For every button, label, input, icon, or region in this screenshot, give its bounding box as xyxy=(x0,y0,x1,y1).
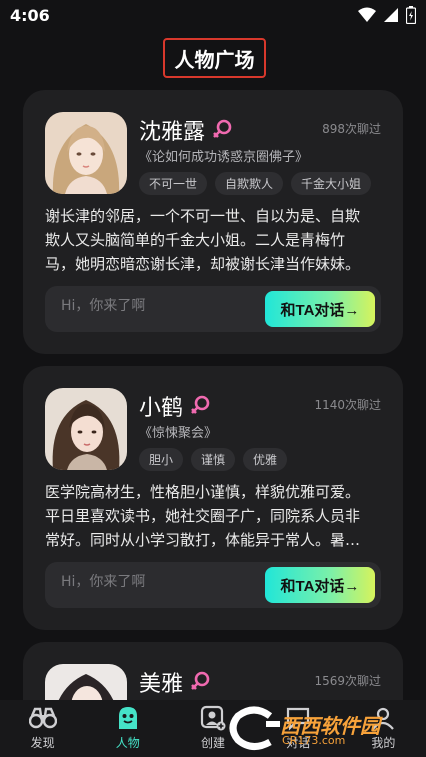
character-name: 美雅 xyxy=(139,672,184,697)
tag: 千金大小姐 xyxy=(291,172,372,195)
chat-count: 1140次聊过 xyxy=(314,398,381,412)
wifi-icon xyxy=(358,7,376,22)
nav-label: 人物 xyxy=(115,736,140,750)
character-quote: 《论如何成功诱惑京圈佛子》 xyxy=(139,150,309,165)
battery-icon xyxy=(406,6,416,24)
nav-item-discover[interactable]: 发现 xyxy=(0,700,85,757)
nav-item-profile[interactable]: 我的 xyxy=(341,700,426,757)
profile-icon xyxy=(369,704,397,732)
bottom-nav: 发现 人物 创建 对话 我的 xyxy=(0,700,426,757)
female-icon xyxy=(191,671,210,690)
nav-item-characters[interactable]: 人物 xyxy=(85,700,170,757)
signal-icon xyxy=(384,8,398,22)
female-icon xyxy=(213,119,232,138)
quick-reply-row: 和TA对话→ xyxy=(45,562,381,608)
binoculars-icon xyxy=(28,704,57,732)
description-line: 医学院高材生，性格胆小谨慎，样貌优雅可爱。 xyxy=(45,483,361,501)
status-icons xyxy=(358,6,416,24)
nav-label: 发现 xyxy=(30,736,55,750)
tag: 胆小 xyxy=(139,448,184,471)
description-line: 谢长津的邻居，一个不可一世、自以为是、自欺 xyxy=(45,207,361,225)
page-title-highlight: 人物广场 xyxy=(163,38,266,78)
create-user-icon xyxy=(199,704,227,732)
nav-item-chat[interactable]: 对话 xyxy=(256,700,341,757)
tag-list: 胆小 谨慎 优雅 xyxy=(139,448,288,471)
character-name: 沈雅露 xyxy=(139,120,206,145)
tag: 优雅 xyxy=(243,448,288,471)
chat-with-character-button[interactable]: 和TA对话→ xyxy=(265,567,375,603)
nav-label: 对话 xyxy=(286,736,311,750)
character-description: 谢长津的邻居，一个不可一世、自以为是、自欺 欺人又头脑简单的千金大小姐。二人是青… xyxy=(45,204,381,276)
status-bar: 4:06 xyxy=(0,0,426,30)
message-input[interactable] xyxy=(61,574,251,590)
description-line: 平日里喜欢读书，她社交圈子广，同院系人员非 xyxy=(45,507,361,525)
chat-count: 1569次聊过 xyxy=(314,674,381,688)
chat-count: 898次聊过 xyxy=(322,122,381,136)
chat-icon xyxy=(284,704,312,732)
tag-list: 不可一世 自欺欺人 千金大小姐 xyxy=(139,172,372,195)
character-quote: 《惊悚聚会》 xyxy=(139,426,218,441)
tag: 谨慎 xyxy=(191,448,236,471)
character-name: 小鹤 xyxy=(139,396,184,421)
character-avatar[interactable] xyxy=(45,388,127,470)
page-title: 人物广场 xyxy=(174,47,255,72)
female-icon xyxy=(191,395,210,414)
nav-label: 我的 xyxy=(371,736,396,750)
tag: 自欺欺人 xyxy=(215,172,284,195)
description-line: 欺人又头脑简单的千金大小姐。二人是青梅竹 xyxy=(45,231,346,249)
character-avatar[interactable] xyxy=(45,112,127,194)
tag: 不可一世 xyxy=(139,172,208,195)
character-face-icon xyxy=(114,704,142,732)
description-line: 马，她明恋暗恋谢长津，却被谢长津当作妹妹。 xyxy=(45,255,361,273)
quick-reply-row: 和TA对话→ xyxy=(45,286,381,332)
character-card[interactable]: 沈雅露 898次聊过 《论如何成功诱惑京圈佛子》 不可一世 自欺欺人 千金大小姐… xyxy=(23,90,403,354)
character-card[interactable]: 小鹤 1140次聊过 《惊悚聚会》 胆小 谨慎 优雅 医学院高材生，性格胆小谨慎… xyxy=(23,366,403,630)
character-description: 医学院高材生，性格胆小谨慎，样貌优雅可爱。 平日里喜欢读书，她社交圈子广，同院系… xyxy=(45,480,381,552)
message-input[interactable] xyxy=(61,298,251,314)
nav-item-create[interactable]: 创建 xyxy=(170,700,255,757)
nav-label: 创建 xyxy=(201,736,226,750)
description-line: 常好。同时从小学习散打，体能异于常人。暑… xyxy=(45,531,361,549)
status-time: 4:06 xyxy=(10,6,50,25)
chat-with-character-button[interactable]: 和TA对话→ xyxy=(265,291,375,327)
